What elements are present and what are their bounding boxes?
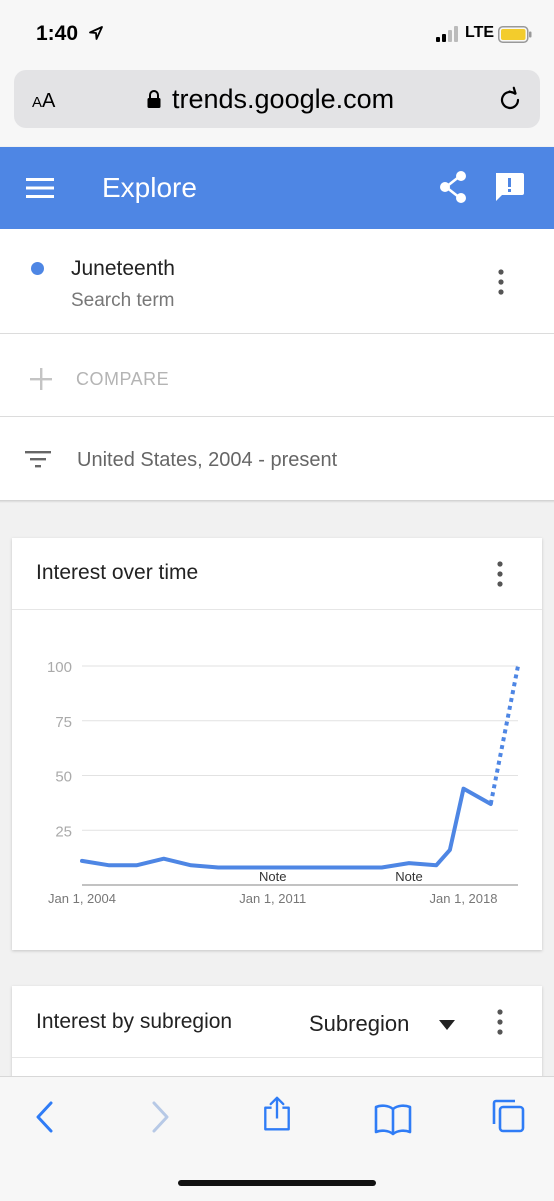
back-icon[interactable] [27, 1099, 63, 1135]
network-type: LTE [465, 24, 495, 41]
home-indicator [178, 1180, 376, 1186]
text-size-button[interactable]: AA [32, 90, 55, 113]
search-term-name[interactable]: Juneteenth [71, 257, 175, 281]
forward-icon[interactable] [142, 1099, 178, 1135]
text-size-small-a: A [32, 94, 43, 111]
feedback-icon[interactable] [493, 171, 525, 203]
text-size-big-a: A [42, 90, 56, 112]
search-term-type: Search term [71, 290, 175, 311]
x-tick-label: Jan 1, 2004 [48, 891, 116, 906]
interest-line-chart: 25 50 75 100 Jan 1, 2004 Jan 1, 2011 Jan 1, 20… [47, 659, 520, 906]
x-tick-label: Jan 1, 2018 [430, 891, 498, 906]
region-time-filter[interactable]: United States, 2004 - present [77, 449, 337, 472]
y-tick-label: 75 [55, 714, 72, 731]
reload-icon[interactable] [496, 86, 524, 114]
divider [12, 1057, 542, 1058]
dropdown-caret-icon[interactable] [438, 1019, 456, 1031]
page-title: Explore [102, 172, 197, 203]
signal-bars-icon [436, 26, 458, 42]
share-sheet-icon[interactable] [259, 1096, 295, 1132]
plus-icon[interactable] [30, 368, 52, 390]
battery-icon [498, 26, 532, 43]
lock-icon [147, 90, 161, 108]
interest-by-subregion-card [12, 986, 542, 1086]
y-tick-label: 25 [55, 823, 72, 840]
term-color-dot [31, 262, 44, 275]
y-tick-label: 50 [55, 769, 72, 786]
term-more-options-icon[interactable] [498, 269, 504, 295]
app-bar [0, 147, 554, 229]
status-time: 1:40 [36, 22, 79, 45]
x-tick-label: Jan 1, 2011 [239, 891, 306, 906]
filter-icon[interactable] [25, 448, 51, 470]
divider [0, 416, 554, 417]
bookmarks-icon[interactable] [374, 1101, 412, 1137]
location-arrow-icon [89, 26, 103, 40]
share-icon[interactable] [438, 170, 468, 204]
card-title: Interest over time [36, 561, 199, 584]
y-tick-label: 100 [47, 659, 72, 676]
panel-shadow [0, 500, 554, 503]
card-more-options-icon[interactable] [497, 561, 503, 587]
url-text[interactable]: trends.google.com [172, 84, 394, 115]
chart-note: Note [259, 869, 286, 884]
tabs-icon[interactable] [490, 1098, 526, 1134]
subregion-dropdown[interactable]: Subregion [309, 1011, 409, 1037]
divider [0, 333, 554, 334]
compare-button[interactable]: COMPARE [76, 369, 169, 390]
card-title: Interest by subregion [36, 1010, 233, 1033]
chart-note: Note [395, 869, 422, 884]
series-partial-line [488, 665, 520, 805]
series-line [80, 786, 493, 870]
hamburger-menu-icon[interactable] [26, 176, 56, 200]
card-more-options-icon[interactable] [497, 1009, 503, 1035]
